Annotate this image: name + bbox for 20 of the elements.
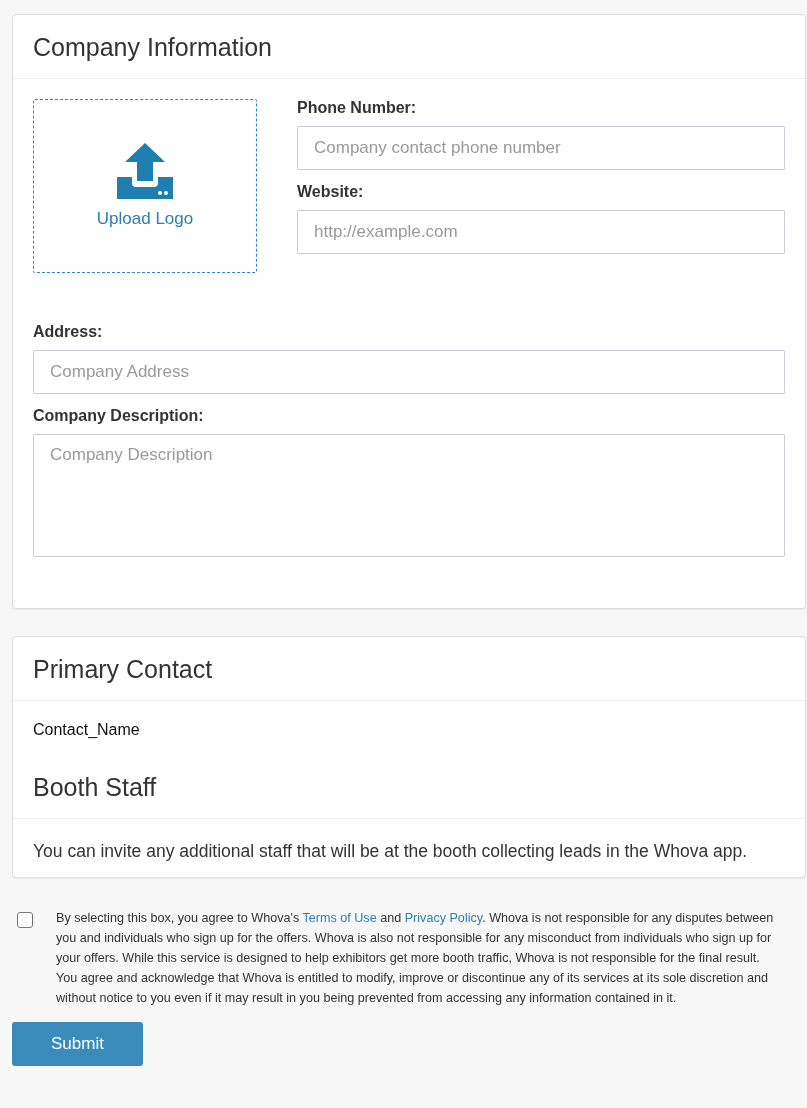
staff-description: You can invite any additional staff that will be at the booth collecting leads in the Whova app. [33,841,748,862]
field-label: Address: [33,323,103,341]
section-title: Booth Staff [33,772,157,803]
input-field[interactable]: Company contact phone number [297,126,785,170]
section-title: Primary Contact [33,654,213,685]
agreement-text: By selecting this box, you agree to Whova's Terms of Use and Privacy Policy. Whova is not responsible for any disputes between you and individuals who sign up for the offers. Whova is also not responsible for any misconduct from individuals who sign up for your offers. While this service is designed to help exhibitors get more booth traffic, Whova is not responsible for the final result. You agree and acknowledge that Whova is entitled to modify, improve or discontinue any of its services at its sole discretion and without notice to you even if it may result in you being prevented from accessing any information contained in it. [56,910,775,1007]
field-label: Company Description: [33,407,204,425]
agreement-link[interactable]: Terms of Use [302,911,377,925]
description-field[interactable]: Company Description [33,434,785,557]
upload-logo-label: Upload Logo [96,209,194,229]
field-label: Phone Number: [297,99,417,117]
section-title: Company Information [33,32,272,63]
field-label: Website: [297,183,364,201]
input-field[interactable]: http://example.com [297,210,785,254]
contact-name: Contact_Name [33,721,140,739]
agreement-checkbox[interactable] [17,912,33,928]
submit-button[interactable]: Submit [12,1022,143,1066]
upload-logo-area[interactable]: Upload Logo [33,99,257,273]
input-field[interactable]: Company Address [33,350,785,394]
upload-icon [117,143,173,199]
